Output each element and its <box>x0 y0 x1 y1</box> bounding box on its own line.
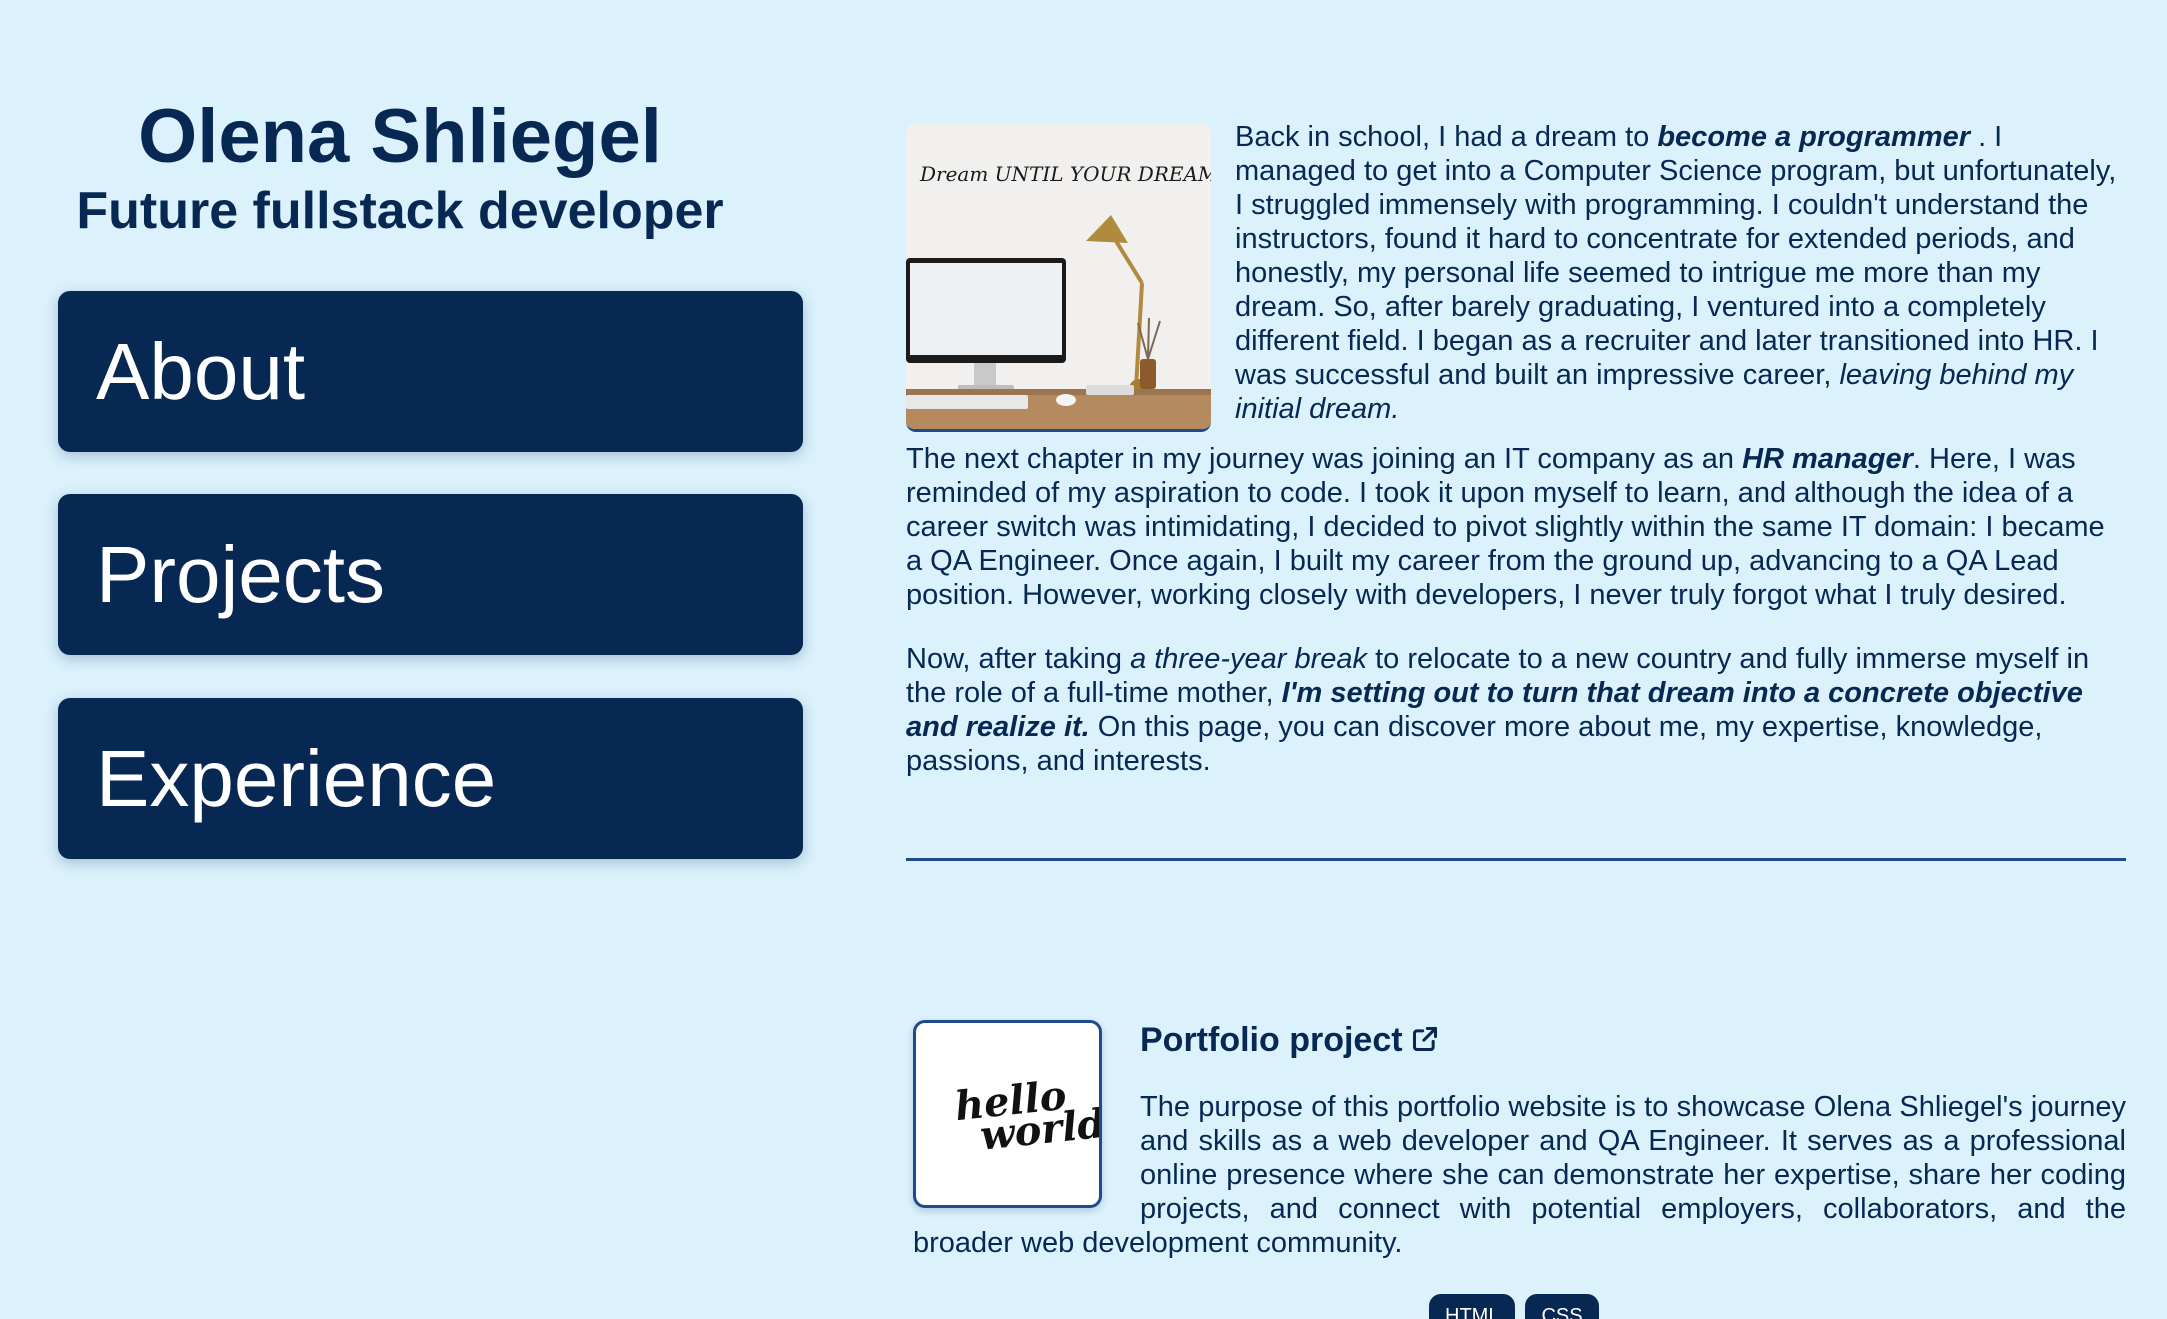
external-link-icon[interactable] <box>1411 1022 1439 1062</box>
dream-desk-image: Dream UNTIL YOUR DREAMS come true. <box>906 123 1211 432</box>
page: Olena Shliegel Future fullstack develope… <box>0 0 2167 1319</box>
image-caption: Dream UNTIL YOUR DREAMS come true. <box>919 162 1211 186</box>
project-title[interactable]: Portfolio project <box>1140 1021 1403 1059</box>
about-section: Dream UNTIL YOUR DREAMS come true. <box>906 120 2126 808</box>
project-card: hello world Portfolio project The purpos… <box>913 1020 2126 1260</box>
sidebar: Olena Shliegel Future fullstack develope… <box>0 0 860 1319</box>
project-thumbnail[interactable]: hello world <box>913 1020 1108 1208</box>
tag-css: CSS <box>1525 1294 1599 1319</box>
nav-projects-button[interactable]: Projects <box>58 494 803 655</box>
project-tags: HTML CSS <box>1429 1294 1609 1319</box>
nav-experience-button[interactable]: Experience <box>58 698 803 859</box>
about-p3-text-1: Now, after taking <box>906 643 1131 675</box>
about-p1-text-1: Back in school, I had a dream to <box>1235 121 1658 153</box>
hello-world-logo: hello world <box>953 1072 1108 1160</box>
about-p1-emphasis: become a programmer <box>1657 121 1971 153</box>
section-divider <box>906 858 2126 861</box>
about-p1-text-2: . I managed to get into a Computer Scien… <box>1235 121 2117 391</box>
tag-html: HTML <box>1429 1294 1516 1319</box>
page-title: Olena Shliegel <box>138 94 662 179</box>
about-paragraph-2: The next chapter in my journey was joini… <box>906 442 2126 612</box>
desk-illustration: Dream UNTIL YOUR DREAMS come true. <box>906 123 1211 429</box>
about-paragraph-3: Now, after taking a three-year break to … <box>906 642 2126 778</box>
page-subtitle: Future fullstack developer <box>76 182 724 240</box>
about-p2-text-1: The next chapter in my journey was joini… <box>906 443 1743 475</box>
nav-about-button[interactable]: About <box>58 291 803 452</box>
about-p3-italic: a three-year break <box>1130 643 1368 675</box>
about-p2-emphasis: HR manager <box>1742 443 1913 475</box>
